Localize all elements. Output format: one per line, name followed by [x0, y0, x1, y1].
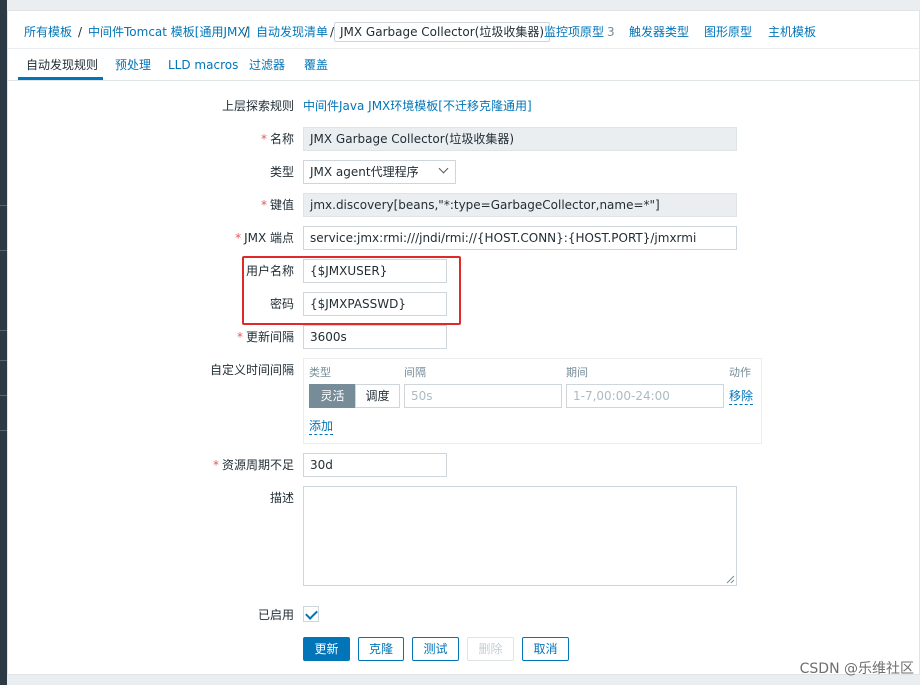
ci-header-period: 期间 [566, 366, 588, 379]
description-textarea[interactable] [303, 486, 737, 586]
resize-handle-icon[interactable] [725, 574, 735, 584]
item-prototypes-count: 3 [607, 25, 615, 39]
required-marker: * [235, 231, 242, 245]
segment-flexible[interactable]: 灵活 [309, 384, 356, 408]
parent-rule-label: 上层探索规则 [221, 99, 294, 113]
delete-button[interactable]: 删除 [467, 637, 514, 661]
breadcrumb-trigger-prototypes[interactable]: 触发器类型 [629, 23, 689, 41]
parent-rule-link[interactable]: 中间件Java JMX环境模板[不迁移克隆通用] [303, 98, 532, 114]
left-sidebar-strip [0, 0, 7, 685]
clone-button[interactable]: 克隆 [358, 637, 404, 661]
enabled-checkbox[interactable] [303, 606, 319, 622]
ci-add-link[interactable]: 添加 [309, 418, 334, 435]
ci-interval-input[interactable]: 50s [404, 384, 562, 408]
required-marker: * [260, 132, 267, 146]
highlight-box [242, 256, 461, 325]
breadcrumb-all-templates[interactable]: 所有模板 [24, 23, 72, 41]
type-select[interactable]: JMX agent代理程序 [303, 160, 456, 184]
segment-scheduling[interactable]: 调度 [355, 384, 400, 408]
jmx-endpoint-field[interactable]: service:jmx:rmi:///jndi/rmi://{HOST.CONN… [303, 226, 737, 250]
ci-header-type: 类型 [309, 366, 331, 379]
chevron-down-icon [438, 163, 449, 174]
ci-period-input[interactable]: 1-7,00:00-24:00 [566, 384, 724, 408]
test-button[interactable]: 测试 [412, 637, 459, 661]
tab-lld-macros[interactable]: LLD macros [168, 56, 238, 74]
breadcrumb-graph-prototypes[interactable]: 图形原型 [704, 23, 752, 41]
name-label: * 名称 [260, 132, 294, 146]
custom-intervals-label: 自定义时间间隔 [209, 363, 294, 377]
tab-discovery-rule[interactable]: 自动发现规则 [26, 56, 98, 74]
required-marker: * [236, 330, 243, 344]
ci-header-action: 动作 [729, 366, 751, 379]
custom-intervals-table: 类型 间隔 期间 动作 灵活 调度 50s 1-7,00:00-24:00 移除… [303, 358, 762, 444]
breadcrumb-item-prototypes[interactable]: 监控项原型 3 [544, 23, 615, 41]
ci-remove-link[interactable]: 移除 [729, 388, 754, 405]
cancel-button[interactable]: 取消 [522, 637, 569, 661]
main-panel: 所有模板 / 中间件Tomcat 模板[通用JMX] / 自动发现清单 / JM… [7, 10, 920, 675]
keep-lost-label: * 资源周期不足 [212, 458, 294, 472]
breadcrumb-host-prototypes[interactable]: 主机模板 [768, 23, 816, 41]
description-label: 描述 [269, 491, 294, 505]
name-field[interactable]: JMX Garbage Collector(垃圾收集器) [303, 127, 737, 151]
key-label: * 键值 [260, 198, 294, 212]
watermark: CSDN @乐维社区 [799, 661, 914, 677]
item-prototypes-label: 监控项原型 [544, 25, 605, 39]
jmx-endpoint-label: * JMX 端点 [235, 231, 294, 245]
type-label: 类型 [269, 165, 294, 179]
breadcrumb-discovery-list[interactable]: 自动发现清单 [256, 23, 328, 41]
required-marker: * [260, 198, 267, 212]
update-button[interactable]: 更新 [303, 637, 350, 661]
update-interval-label: * 更新间隔 [236, 330, 294, 344]
tab-filters[interactable]: 过滤器 [249, 56, 285, 74]
enabled-label: 已启用 [257, 608, 294, 622]
breadcrumb-template[interactable]: 中间件Tomcat 模板[通用JMX] [88, 23, 250, 41]
keep-lost-field[interactable]: 30d [303, 453, 447, 477]
tab-overrides[interactable]: 覆盖 [304, 56, 328, 74]
required-marker: * [212, 458, 219, 472]
type-select-value: JMX agent代理程序 [310, 165, 419, 179]
key-field[interactable]: jmx.discovery[beans,"*:type=GarbageColle… [303, 193, 737, 217]
ci-header-interval: 间隔 [404, 366, 426, 379]
breadcrumb-current-rule: JMX Garbage Collector(垃圾收集器) [334, 22, 551, 42]
tab-preprocessing[interactable]: 预处理 [115, 56, 151, 74]
update-interval-field[interactable]: 3600s [303, 325, 447, 349]
